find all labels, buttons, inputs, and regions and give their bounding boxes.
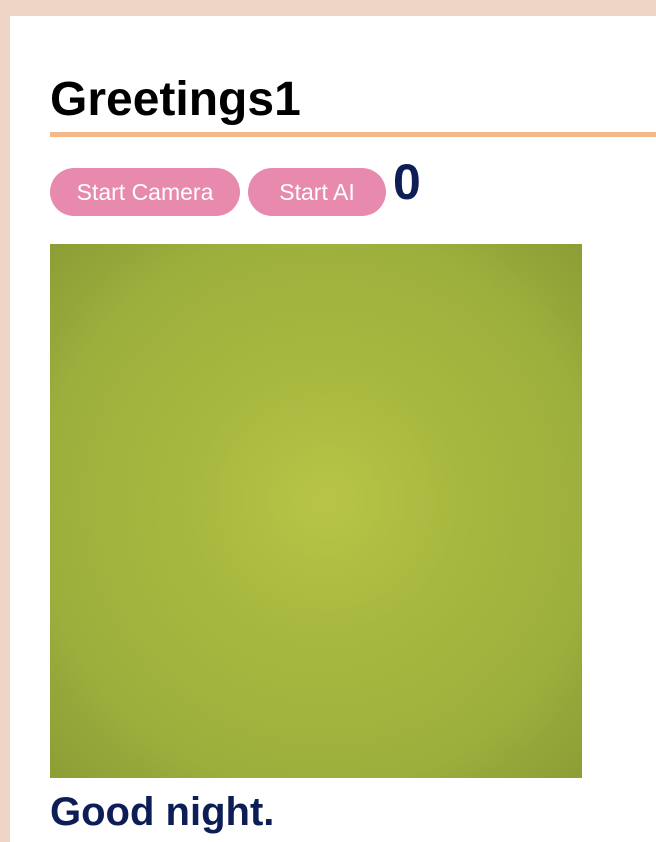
camera-feed [50, 244, 582, 778]
greeting-result: Good night. [50, 790, 275, 834]
title-divider [50, 132, 656, 137]
start-ai-button[interactable]: Start AI [248, 168, 386, 216]
page-title: Greetings1 [50, 73, 301, 126]
start-camera-button[interactable]: Start Camera [50, 168, 240, 216]
page-content: Greetings1 Start Camera Start AI 0 Good … [10, 16, 656, 842]
detection-counter: 0 [393, 154, 421, 210]
